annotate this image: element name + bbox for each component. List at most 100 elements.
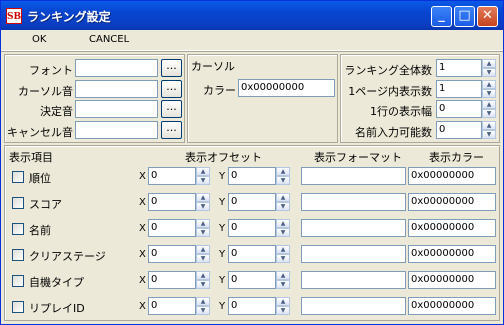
format-field[interactable] [301,219,406,237]
color-field[interactable]: 0x00000000 [408,271,496,289]
color-field[interactable]: 0x00000000 [408,245,496,263]
cursor-sound-label: カーソル音 [18,85,73,98]
offset-y-field[interactable]: 0 [228,245,276,263]
offset-y-spinner[interactable]: ▲ ▼ [276,167,290,185]
offset-x-spinner[interactable]: ▲ ▼ [196,245,210,263]
cancel-sound-browse-button[interactable]: ... [161,121,182,139]
spin-up-icon[interactable]: ▲ [196,297,210,306]
offset-y-spinner[interactable]: ▲ ▼ [276,245,290,263]
cancel-sound-field[interactable] [75,121,158,139]
offset-y-spinner[interactable]: ▲ ▼ [276,219,290,237]
offset-x-spinner[interactable]: ▲ ▼ [196,193,210,211]
spin-up-icon[interactable]: ▲ [276,297,290,306]
offset-x-field[interactable]: 0 [148,271,196,289]
offset-y-spinner[interactable]: ▲ ▼ [276,297,290,315]
offset-y-field[interactable]: 0 [228,167,276,185]
spin-down-icon[interactable]: ▼ [196,306,210,315]
ok-menu-item[interactable]: OK [32,34,46,45]
offset-x-spinner[interactable]: ▲ ▼ [196,297,210,315]
offset-x-spinner[interactable]: ▲ ▼ [196,167,210,185]
format-field[interactable] [301,271,406,289]
cursor-sound-field[interactable] [75,80,158,98]
offset-y-spinner[interactable]: ▲ ▼ [276,193,290,211]
name-length-spinner[interactable]: ▲ ▼ [482,121,496,139]
spin-up-icon[interactable]: ▲ [276,271,290,280]
color-field[interactable]: 0x00000000 [408,167,496,185]
spin-up-icon[interactable]: ▲ [276,193,290,202]
font-field[interactable] [75,59,158,77]
spin-up-icon[interactable]: ▲ [196,193,210,202]
spin-down-icon[interactable]: ▼ [482,89,496,98]
spin-down-icon[interactable]: ▼ [276,254,290,263]
name-length-field[interactable]: 0 [436,121,482,139]
maximize-button[interactable]: □ [454,6,475,27]
spin-up-icon[interactable]: ▲ [482,59,496,68]
format-field[interactable] [301,193,406,211]
spin-down-icon[interactable]: ▼ [196,280,210,289]
minimize-button[interactable]: _ [431,6,452,27]
row-checkbox[interactable] [12,197,24,209]
decide-sound-field[interactable] [75,100,158,118]
spin-down-icon[interactable]: ▼ [482,68,496,77]
ranking-total-spinner[interactable]: ▲ ▼ [482,59,496,77]
color-field[interactable]: 0x00000000 [408,219,496,237]
spin-down-icon[interactable]: ▼ [276,176,290,185]
row-checkbox[interactable] [12,223,24,235]
format-field[interactable] [301,297,406,315]
offset-y-spinner[interactable]: ▲ ▼ [276,271,290,289]
spin-up-icon[interactable]: ▲ [196,271,210,280]
offset-x-spinner[interactable]: ▲ ▼ [196,219,210,237]
spin-down-icon[interactable]: ▼ [276,202,290,211]
spin-down-icon[interactable]: ▼ [196,228,210,237]
spin-up-icon[interactable]: ▲ [196,219,210,228]
per-page-spinner[interactable]: ▲ ▼ [482,80,496,98]
offset-y-field[interactable]: 0 [228,297,276,315]
spin-up-icon[interactable]: ▲ [276,245,290,254]
spin-down-icon[interactable]: ▼ [276,306,290,315]
line-width-field[interactable]: 0 [436,100,482,118]
spin-down-icon[interactable]: ▼ [482,109,496,118]
per-page-field[interactable]: 1 [436,80,482,98]
spin-up-icon[interactable]: ▲ [196,245,210,254]
color-field[interactable]: 0x00000000 [408,297,496,315]
cursor-color-field[interactable]: 0x00000000 [238,79,335,97]
offset-y-field[interactable]: 0 [228,219,276,237]
spin-down-icon[interactable]: ▼ [276,228,290,237]
spin-up-icon[interactable]: ▲ [276,167,290,176]
decide-sound-browse-button[interactable]: ... [161,100,182,118]
offset-y-field[interactable]: 0 [228,193,276,211]
cancel-menu-item[interactable]: CANCEL [89,34,129,45]
spin-up-icon[interactable]: ▲ [482,80,496,89]
offset-x-field[interactable]: 0 [148,193,196,211]
cursor-panel-title: カーソル [191,60,235,73]
spin-up-icon[interactable]: ▲ [482,100,496,109]
spin-down-icon[interactable]: ▼ [196,202,210,211]
offset-x-field[interactable]: 0 [148,245,196,263]
spin-up-icon[interactable]: ▲ [196,167,210,176]
spin-down-icon[interactable]: ▼ [196,176,210,185]
close-button[interactable]: ✕ [477,6,498,27]
offset-x-field[interactable]: 0 [148,167,196,185]
font-browse-button[interactable]: ... [161,59,182,77]
ranking-total-field[interactable]: 1 [436,59,482,77]
format-field[interactable] [301,167,406,185]
row-checkbox[interactable] [12,275,24,287]
title-bar[interactable]: SB ランキング設定 _ □ ✕ [1,1,503,30]
spin-down-icon[interactable]: ▼ [482,130,496,139]
row-checkbox[interactable] [12,249,24,261]
offset-y-field[interactable]: 0 [228,271,276,289]
color-field[interactable]: 0x00000000 [408,193,496,211]
offset-x-field[interactable]: 0 [148,297,196,315]
spin-down-icon[interactable]: ▼ [276,280,290,289]
spin-up-icon[interactable]: ▲ [276,219,290,228]
cursor-sound-browse-button[interactable]: ... [161,80,182,98]
format-field[interactable] [301,245,406,263]
offset-x-spinner[interactable]: ▲ ▼ [196,271,210,289]
spin-down-icon[interactable]: ▼ [196,254,210,263]
spin-up-icon[interactable]: ▲ [482,121,496,130]
row-checkbox[interactable] [12,171,24,183]
sound-settings-panel: フォント ... カーソル音 ... 決定音 ... キャンセル音 ... [4,54,185,143]
line-width-spinner[interactable]: ▲ ▼ [482,100,496,118]
offset-x-field[interactable]: 0 [148,219,196,237]
row-checkbox[interactable] [12,301,24,313]
